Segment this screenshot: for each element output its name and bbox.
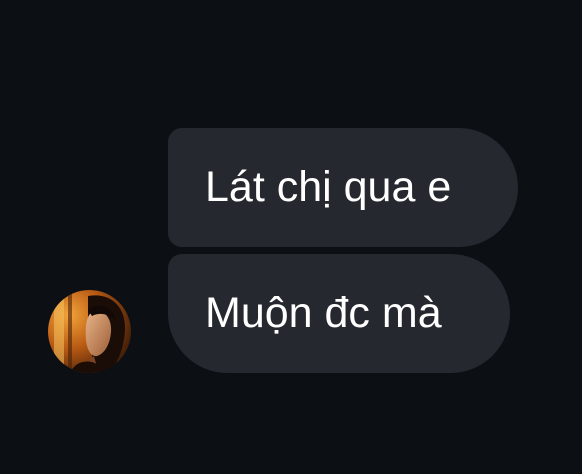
message-text: Muộn đc mà xyxy=(205,289,442,337)
message-bubble[interactable]: Muộn đc mà xyxy=(168,254,510,373)
message-text: Lát chị qua e xyxy=(205,163,452,211)
message-bubble[interactable]: Lát chị qua e xyxy=(168,128,518,247)
avatar-photo-icon xyxy=(48,290,131,373)
avatar[interactable] xyxy=(48,290,131,373)
chat-thread: Lát chị qua e Muộn đc mà xyxy=(0,0,582,474)
